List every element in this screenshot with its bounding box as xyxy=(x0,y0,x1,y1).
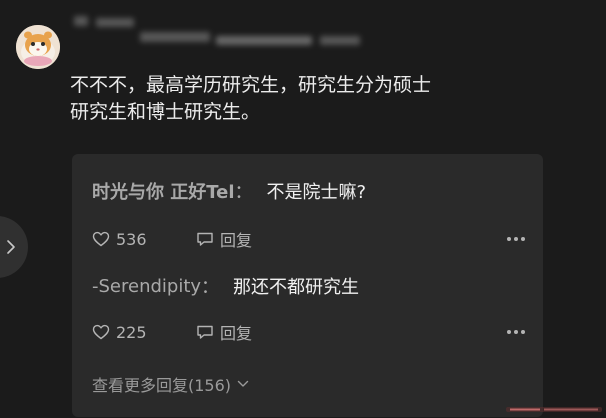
speech-bubble-icon xyxy=(197,232,213,246)
blurred-username-meta xyxy=(74,14,374,50)
heart-outline-icon xyxy=(92,324,110,340)
ellipsis-dot xyxy=(521,237,525,241)
ellipsis-dot xyxy=(514,237,518,241)
hamster-avatar-icon xyxy=(16,25,60,69)
ellipsis-dot xyxy=(514,330,518,334)
like-button[interactable]: 225 xyxy=(92,323,196,342)
reply-separator: ： xyxy=(201,277,220,298)
reply-button[interactable]: 回复 xyxy=(196,227,252,251)
like-count: 536 xyxy=(116,229,147,249)
reply-content: 那还不都研究生 xyxy=(233,277,360,298)
reply-label: 回复 xyxy=(220,324,253,343)
nav-prev-button[interactable] xyxy=(0,216,28,278)
watermark-graphic xyxy=(506,407,602,412)
reply-content: 不是院士嘛? xyxy=(266,182,367,203)
like-button[interactable]: 536 xyxy=(92,230,196,249)
reply-line: 时光与你 正好Tel ： 不是院士嘛? xyxy=(92,178,525,204)
reply-actions: 536 回复 xyxy=(92,228,525,250)
like-count: 225 xyxy=(116,322,147,342)
ellipsis-dot xyxy=(507,330,511,334)
view-more-label: 查看更多回复(156) xyxy=(92,376,232,395)
view-more-replies-button[interactable]: 查看更多回复(156) xyxy=(92,372,249,396)
reply-item: -Serendipity ： 那还不都研究生 225 回复 xyxy=(92,273,525,343)
corner-watermark xyxy=(506,404,604,415)
user-avatar[interactable] xyxy=(16,25,60,69)
reply-item: 时光与你 正好Tel ： 不是院士嘛? 536 回复 xyxy=(92,178,525,250)
ellipsis-dot xyxy=(521,330,525,334)
comment-text: 不不不，最高学历研究生，研究生分为硕士 研究生和博士研究生。 xyxy=(70,74,432,123)
reply-separator: ： xyxy=(234,182,253,203)
reply-author[interactable]: 时光与你 正好Tel xyxy=(92,178,235,204)
reply-line: -Serendipity ： 那还不都研究生 xyxy=(92,273,525,299)
heart-outline-icon xyxy=(92,231,110,247)
speech-bubble-icon xyxy=(197,325,213,339)
reply-button[interactable]: 回复 xyxy=(196,320,252,344)
more-options-button[interactable] xyxy=(504,321,525,343)
reply-label: 回复 xyxy=(220,231,253,250)
chevron-right-icon xyxy=(7,240,15,254)
replies-panel: 时光与你 正好Tel ： 不是院士嘛? 536 回复 -Serendipity … xyxy=(72,154,543,417)
more-options-button[interactable] xyxy=(504,228,525,250)
reply-author[interactable]: -Serendipity xyxy=(92,276,201,297)
chevron-down-icon xyxy=(237,380,249,387)
reply-actions: 225 回复 xyxy=(92,321,525,343)
ellipsis-dot xyxy=(507,237,511,241)
